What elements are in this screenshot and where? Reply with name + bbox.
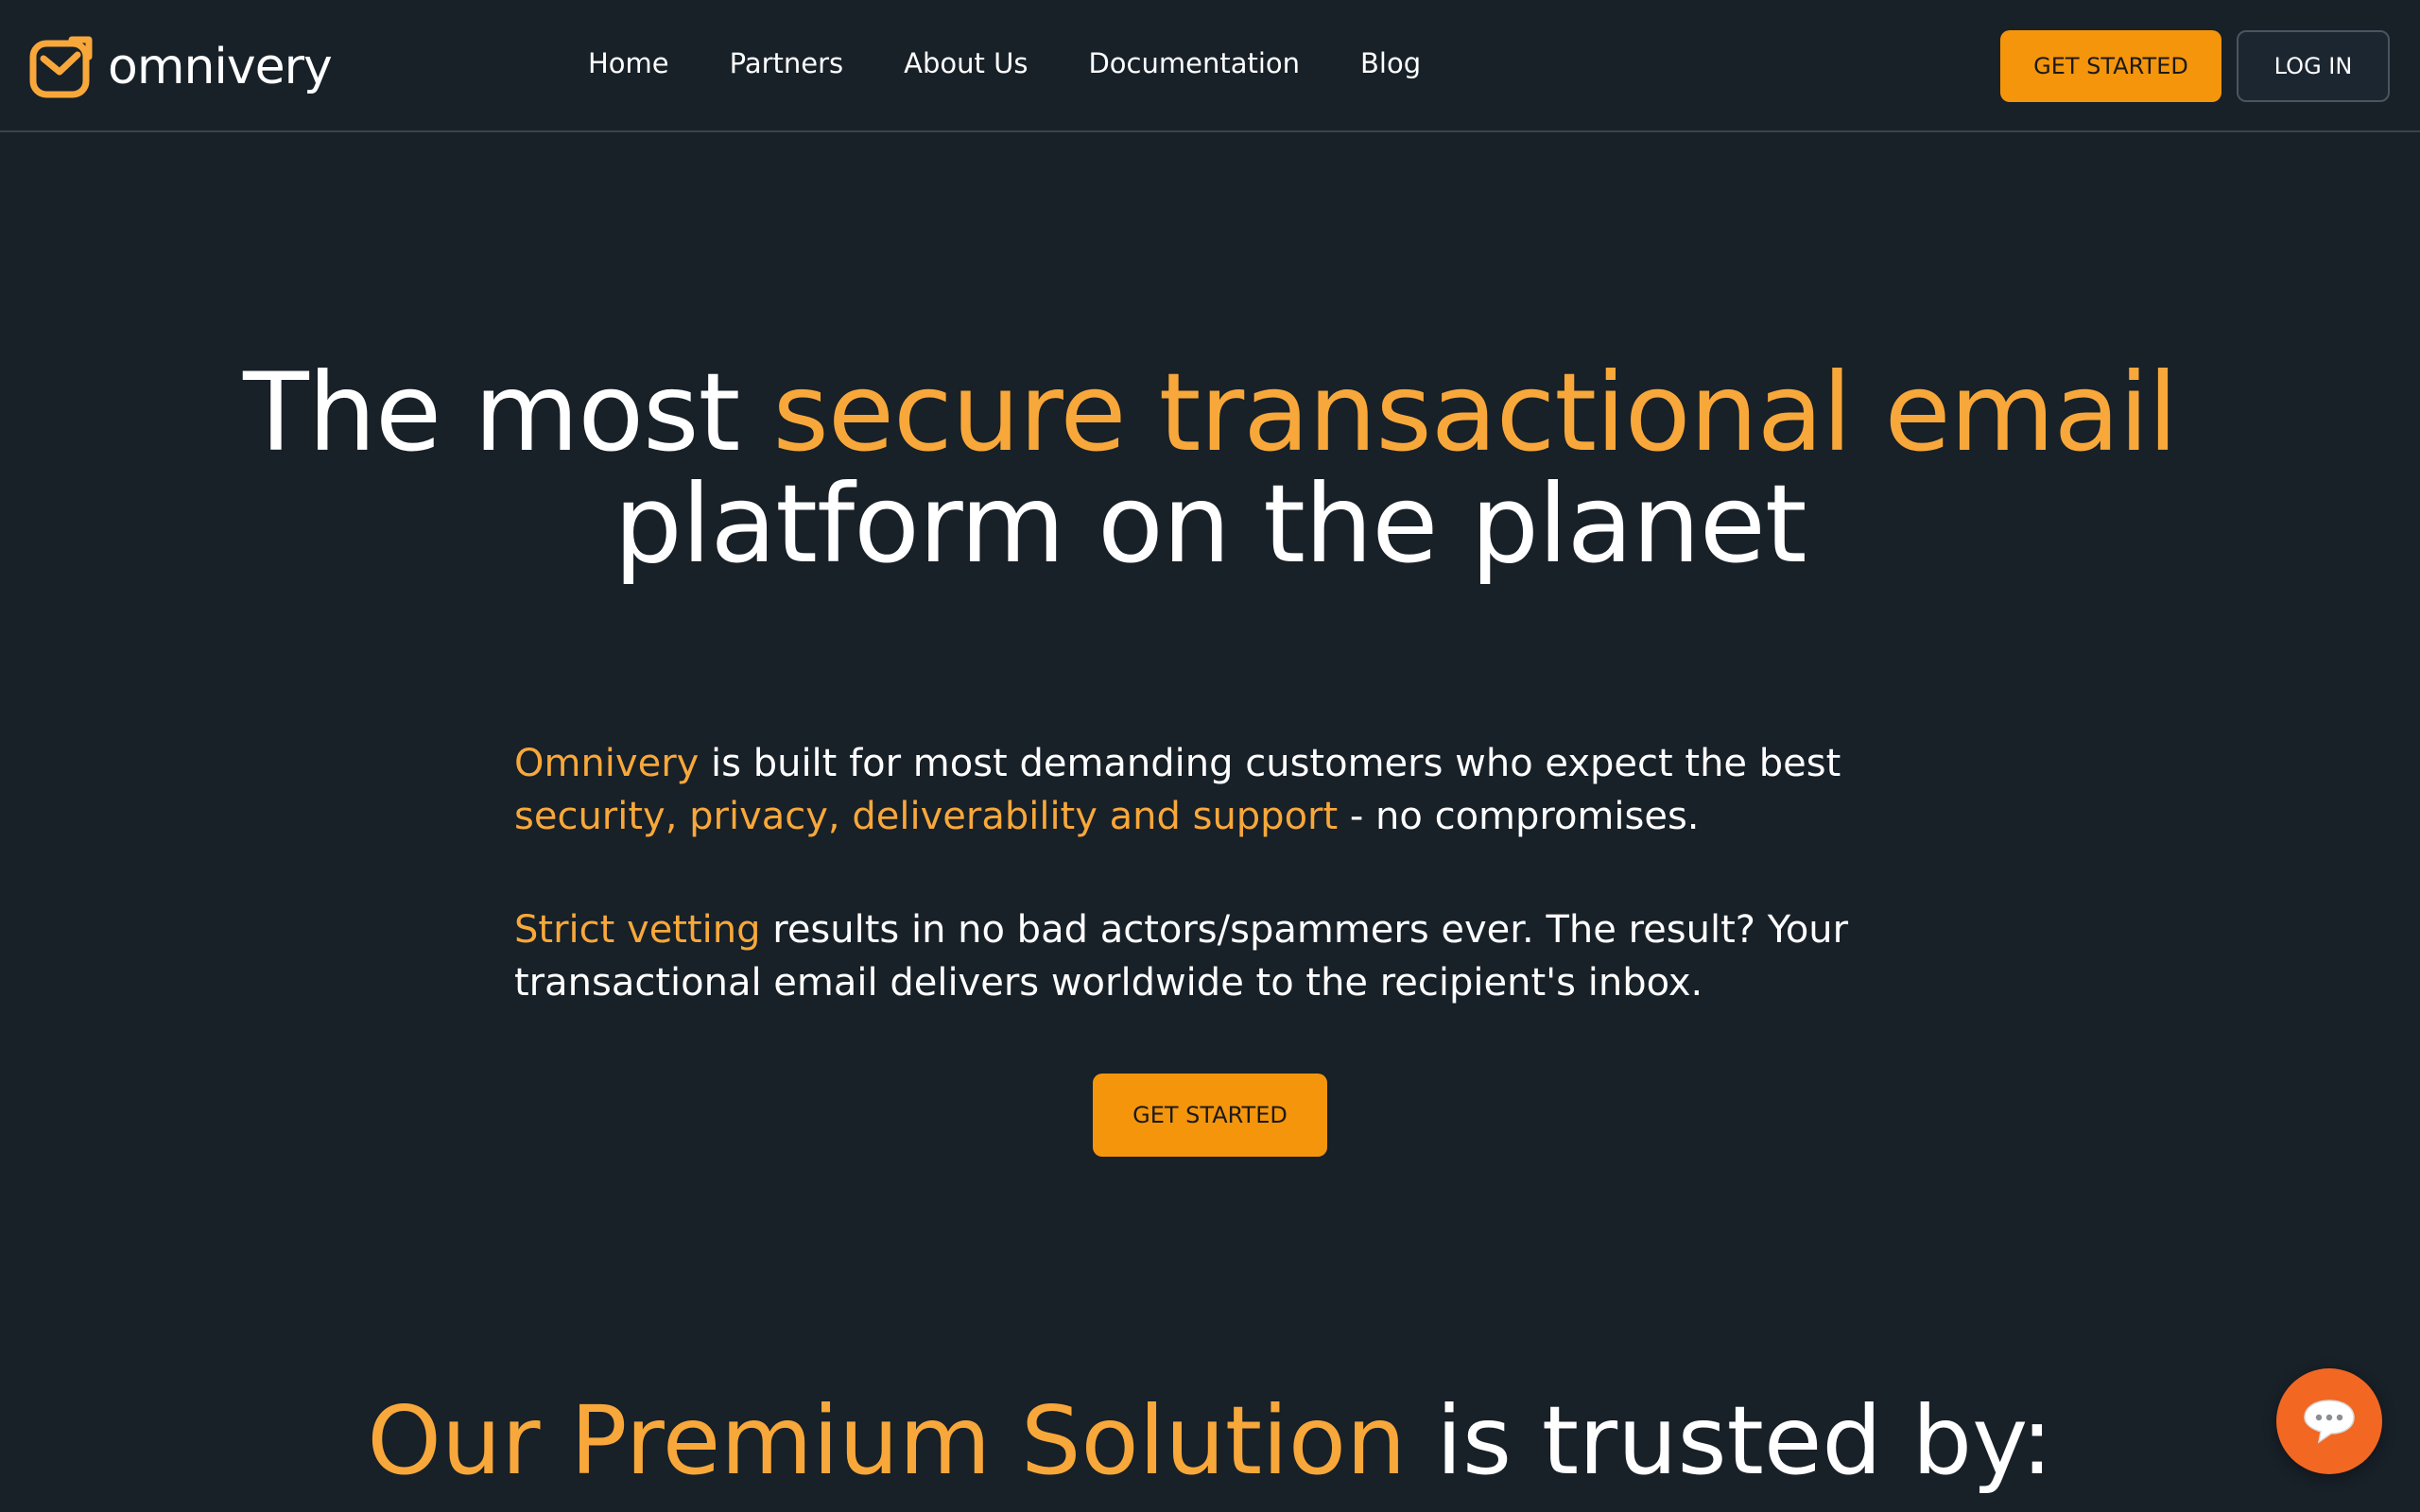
hero-title-part1: The most [243,350,773,475]
envelope-arrow-icon [29,36,93,98]
login-button[interactable]: LOG IN [2237,30,2390,102]
trusted-title-accent: Our Premium Solution [367,1385,1407,1496]
chat-bubble-icon [2304,1400,2355,1444]
nav-documentation[interactable]: Documentation [1088,47,1300,79]
p1-brand-highlight: Omnivery [514,742,700,785]
p2-vetting-highlight: Strict vetting [514,908,761,952]
brand-logo[interactable]: omnivery [28,34,333,100]
hero-paragraph-2: Strict vetting results in no bad actors/… [514,903,1913,1009]
hero-title-accent: secure transactional email [772,350,2178,475]
main-nav: Home Partners About Us Documentation Blo… [588,47,1421,79]
hero-paragraph-1: Omnivery is built for most demanding cus… [514,737,1913,843]
trusted-title-rest: is trusted by: [1406,1385,2053,1496]
nav-home[interactable]: Home [588,47,669,79]
p1-text-2: - no compromises. [1338,795,1700,838]
trusted-by-title: Our Premium Solution is trusted by: [0,1389,2420,1493]
brand-name: omnivery [108,39,333,95]
p1-features-highlight: security, privacy, deliverability and su… [514,795,1339,838]
site-header: omnivery Home Partners About Us Document… [0,0,2420,132]
hero-title: The most secure transactional email plat… [0,357,2420,580]
hero-description: Omnivery is built for most demanding cus… [514,737,1913,1070]
nav-partners[interactable]: Partners [730,47,844,79]
hero-title-part2: platform on the planet [614,461,1806,587]
hero-get-started-button[interactable]: GET STARTED [1093,1074,1327,1157]
nav-blog[interactable]: Blog [1360,47,1421,79]
p1-text-1: is built for most demanding customers wh… [699,742,1841,785]
header-get-started-button[interactable]: GET STARTED [2000,30,2221,102]
chat-widget-button[interactable] [2276,1368,2382,1474]
nav-about-us[interactable]: About Us [904,47,1028,79]
